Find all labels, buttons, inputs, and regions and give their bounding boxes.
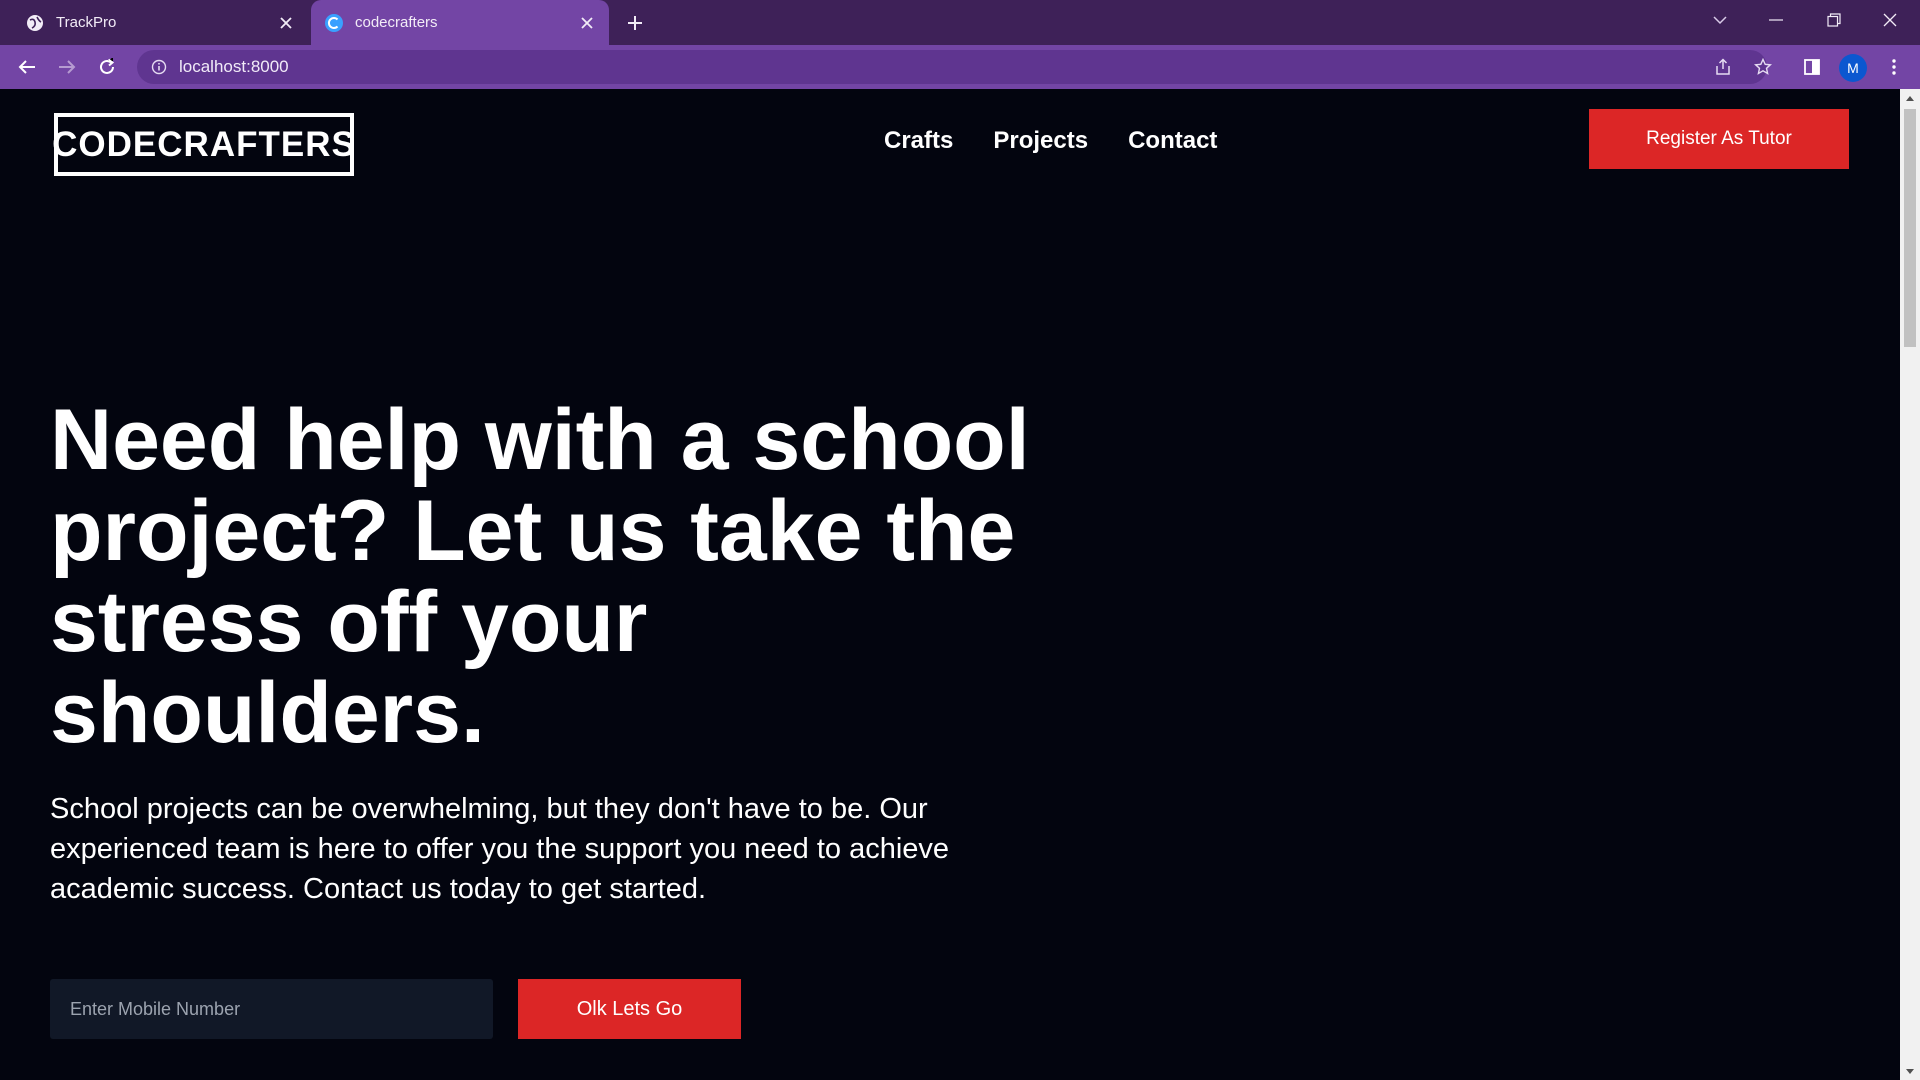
site-logo[interactable]: CODECRAFTERS <box>52 113 355 176</box>
c-logo-icon <box>325 13 343 32</box>
register-tutor-button[interactable]: Register As Tutor <box>1589 109 1849 169</box>
scroll-down-arrow-icon[interactable] <box>1905 1066 1915 1076</box>
close-window-icon[interactable] <box>1862 0 1918 40</box>
site-info-icon[interactable] <box>149 57 169 77</box>
page-scrollbar[interactable] <box>1900 89 1920 1080</box>
browser-tab-bar: TrackPro codecrafters <box>0 0 1920 45</box>
url-text: localhost:8000 <box>179 57 289 76</box>
scroll-up-arrow-icon[interactable] <box>1905 93 1915 103</box>
tab-search-icon[interactable] <box>1692 0 1748 40</box>
scrollbar-thumb[interactable] <box>1904 109 1916 347</box>
main-nav: Crafts Projects Contact <box>884 127 1217 155</box>
mobile-number-input[interactable] <box>50 979 493 1039</box>
minimize-icon[interactable] <box>1748 0 1804 40</box>
more-menu-icon[interactable] <box>1878 51 1910 83</box>
side-panel-icon[interactable] <box>1796 51 1828 83</box>
reload-icon[interactable] <box>91 51 123 83</box>
tab-title: TrackPro <box>56 14 117 31</box>
nav-link-crafts[interactable]: Crafts <box>884 127 953 155</box>
globe-icon <box>26 14 44 32</box>
tab-title: codecrafters <box>355 14 438 31</box>
profile-avatar[interactable]: M <box>1839 54 1867 82</box>
back-arrow-icon[interactable] <box>11 51 43 83</box>
close-tab-icon[interactable] <box>575 11 599 35</box>
share-icon[interactable] <box>1707 51 1739 83</box>
bookmark-star-icon[interactable] <box>1747 51 1779 83</box>
nav-link-projects[interactable]: Projects <box>993 127 1088 155</box>
new-tab-button[interactable] <box>620 8 650 38</box>
forward-arrow-icon[interactable] <box>51 51 83 83</box>
browser-toolbar: localhost:8000 M <box>0 45 1920 89</box>
hero-subtitle: School projects can be overwhelming, but… <box>50 793 950 905</box>
tab-codecrafters[interactable]: codecrafters <box>311 0 609 45</box>
nav-link-contact[interactable]: Contact <box>1128 127 1217 155</box>
logo-text: CODECRAFTERS <box>52 117 355 172</box>
close-tab-icon[interactable] <box>274 11 298 35</box>
restore-icon[interactable] <box>1806 0 1862 40</box>
address-bar[interactable]: localhost:8000 <box>137 50 1767 84</box>
hero-title: Need help with a school project? Let us … <box>50 392 1030 761</box>
lets-go-button[interactable]: Olk Lets Go <box>518 979 741 1039</box>
page-viewport: CODECRAFTERS Crafts Projects Contact Reg… <box>0 89 1900 1080</box>
tab-trackpro[interactable]: TrackPro <box>10 0 308 45</box>
